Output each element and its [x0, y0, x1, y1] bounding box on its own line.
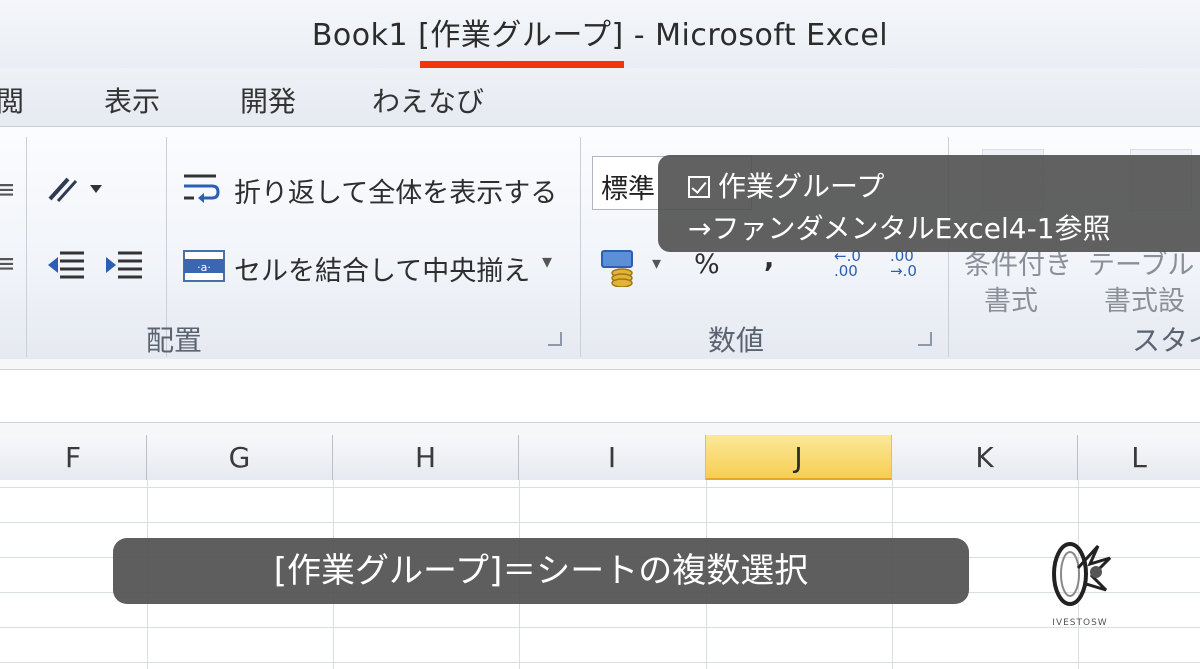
increase-decimal-button[interactable]: ←.0 .00: [834, 249, 878, 279]
formula-input[interactable]: [0, 369, 1200, 423]
tab-view[interactable]: 表示: [104, 80, 160, 120]
note-overlay: 作業グループ →ファンダメンタルExcel4-1参照: [658, 155, 1200, 252]
text-orientation-icon[interactable]: [46, 173, 108, 212]
accounting-format-icon[interactable]: [600, 247, 640, 294]
watermark-emblem-icon: [1052, 542, 1112, 606]
align-right-icon[interactable]: ≡: [0, 175, 16, 205]
styles-group-title: スタイ: [1132, 324, 1200, 357]
column-header-f[interactable]: F: [0, 435, 147, 480]
wrap-text-label: 折り返して全体を表示する: [234, 178, 558, 209]
watermark-logo: IVESTOSW: [1040, 528, 1120, 628]
column-header-g[interactable]: G: [147, 435, 333, 480]
formula-bar-area: [0, 359, 1200, 436]
percent-style-button[interactable]: %: [694, 249, 720, 280]
merge-dropdown-arrow[interactable]: ▾: [542, 249, 552, 273]
number-group-title: 数値: [708, 324, 765, 357]
tab-wae-navi[interactable]: わえなび: [372, 80, 484, 120]
note-line-1: 作業グループ: [688, 165, 884, 205]
caption-overlay: [作業グループ]＝シートの複数選択: [113, 538, 969, 604]
column-header-l[interactable]: L: [1078, 435, 1200, 480]
number-format-value: 標準: [601, 174, 655, 205]
alignment-dialog-launcher-icon[interactable]: [548, 332, 562, 346]
merge-center-icon: ·a·: [182, 249, 226, 290]
align-bottom-icon[interactable]: ≡: [0, 249, 16, 279]
number-dialog-launcher-icon[interactable]: [918, 332, 932, 346]
group-separator: [26, 137, 27, 357]
group-separator: [580, 137, 581, 357]
decrease-decimal-button[interactable]: .00 →.0: [890, 249, 934, 279]
conditional-formatting-label2[interactable]: 書式: [984, 279, 1038, 318]
excel-window: Book1 [作業グループ] - Microsoft Excel 閲 表示 開発…: [0, 0, 1200, 669]
format-as-table-label2[interactable]: 書式設: [1104, 279, 1185, 318]
svg-text:·a·: ·a·: [197, 261, 211, 274]
accounting-dropdown-arrow[interactable]: ▾: [652, 253, 661, 274]
column-header-j[interactable]: J: [706, 435, 892, 480]
wrap-text-icon: [182, 171, 222, 212]
column-header-i[interactable]: I: [519, 435, 706, 480]
title-bar: Book1 [作業グループ] - Microsoft Excel: [0, 0, 1200, 78]
tab-review[interactable]: 閲: [0, 80, 24, 120]
tab-developer[interactable]: 開発: [240, 80, 296, 120]
column-header-row: F G H I J K L: [0, 435, 1200, 481]
increase-indent-icon[interactable]: [104, 247, 144, 286]
ribbon-tab-bar: 閲 表示 開発 わえなび: [0, 68, 1200, 126]
checkbox-checked-icon: [688, 176, 710, 198]
note-line-2: →ファンダメンタルExcel4-1参照: [688, 212, 1111, 245]
merge-center-label: セルを結合して中央揃え: [234, 256, 531, 287]
column-header-h[interactable]: H: [333, 435, 519, 480]
decrease-indent-icon[interactable]: [46, 247, 86, 286]
note-line-1-text: 作業グループ: [718, 170, 885, 203]
watermark-text: IVESTOSW: [1052, 618, 1108, 628]
window-title: Book1 [作業グループ] - Microsoft Excel: [311, 18, 889, 53]
column-header-k[interactable]: K: [892, 435, 1078, 480]
alignment-group-title: 配置: [146, 324, 203, 357]
